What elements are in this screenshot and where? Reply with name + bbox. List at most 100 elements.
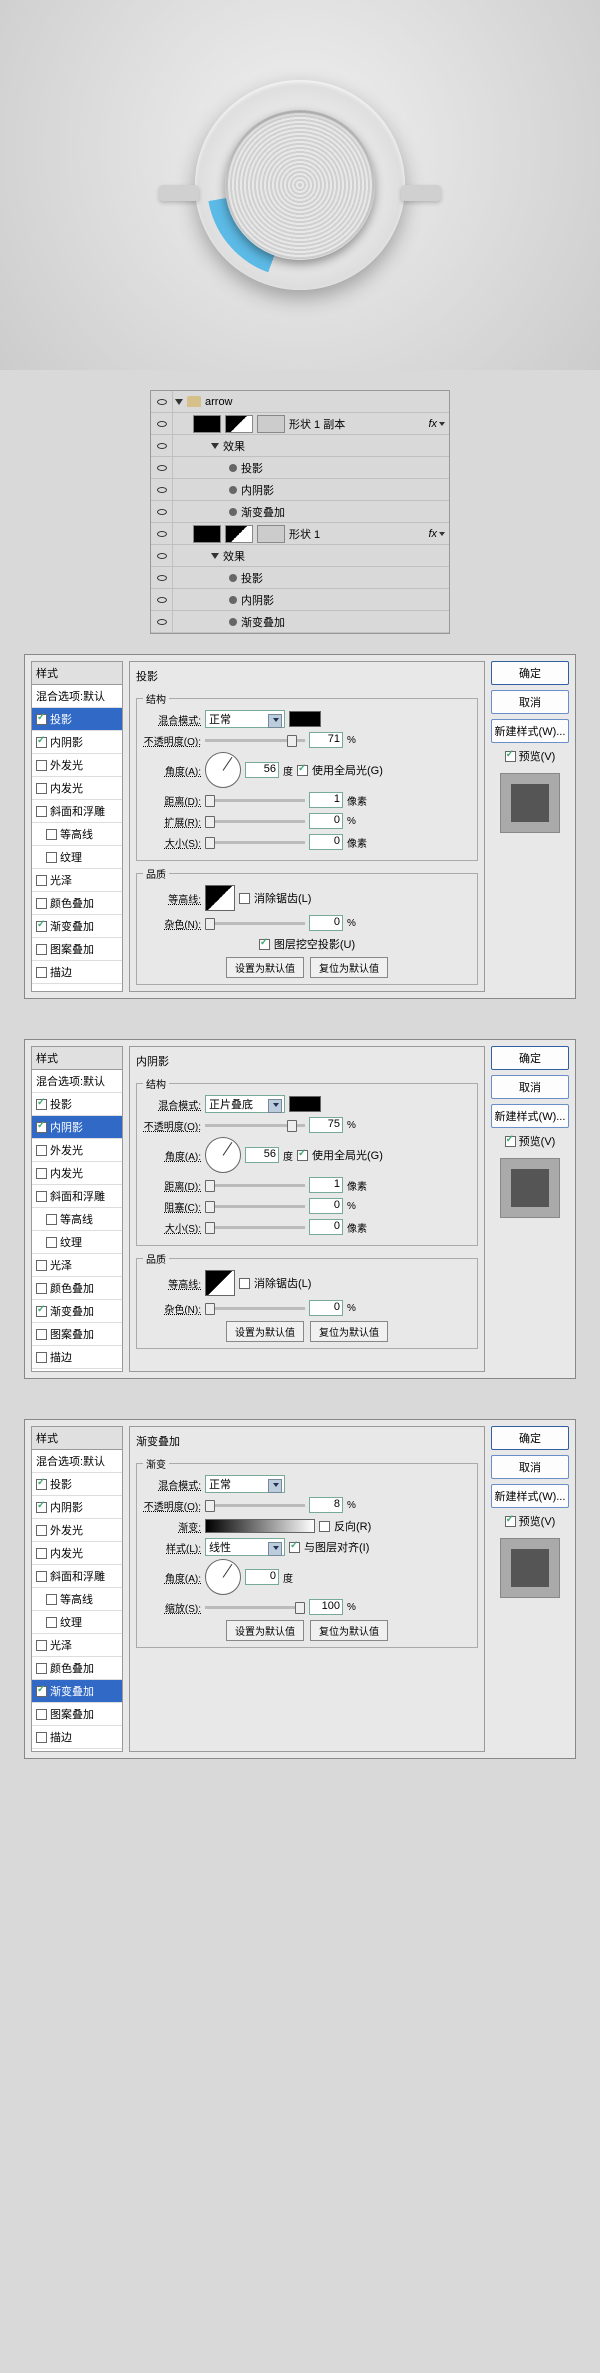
effects-row[interactable]: 效果 — [151, 545, 449, 567]
blend-mode-select[interactable]: 正常 — [205, 1475, 285, 1493]
checkbox[interactable] — [36, 875, 47, 886]
angle-control[interactable] — [205, 752, 241, 788]
checkbox[interactable] — [36, 1352, 47, 1363]
angle-input[interactable]: 56 — [245, 762, 279, 778]
layer-group-row[interactable]: arrow — [151, 391, 449, 413]
visibility-toggle[interactable] — [151, 611, 173, 633]
gradient-picker[interactable] — [205, 1519, 315, 1533]
antialias-checkbox[interactable] — [239, 893, 250, 904]
set-default-button[interactable]: 设置为默认值 — [226, 957, 304, 978]
checkbox[interactable] — [36, 1283, 47, 1294]
visibility-toggle[interactable] — [151, 567, 173, 589]
set-default-button[interactable]: 设置为默认值 — [226, 1620, 304, 1641]
style-item-inner[interactable]: 内阴影 — [32, 1116, 122, 1139]
style-item-satin[interactable]: 光泽 — [32, 869, 122, 892]
new-style-button[interactable]: 新建样式(W)... — [491, 1104, 569, 1128]
visibility-toggle[interactable] — [151, 435, 173, 457]
checkbox[interactable] — [46, 829, 57, 840]
style-item-inner[interactable]: 内阴影 — [32, 1496, 122, 1519]
disclosure-triangle-icon[interactable] — [211, 553, 219, 559]
checkbox[interactable] — [36, 921, 47, 932]
blend-mode-select[interactable]: 正常 — [205, 710, 285, 728]
style-item-color-overlay[interactable]: 颜色叠加 — [32, 1657, 122, 1680]
distance-slider[interactable] — [205, 1184, 305, 1187]
checkbox[interactable] — [36, 1709, 47, 1720]
preview-checkbox[interactable] — [505, 1516, 516, 1527]
disclosure-triangle-icon[interactable] — [211, 443, 219, 449]
style-item-stroke[interactable]: 描边 — [32, 961, 122, 984]
opacity-input[interactable]: 8 — [309, 1497, 343, 1513]
style-item-grad-overlay[interactable]: 渐变叠加 — [32, 1680, 122, 1703]
effect-item-row[interactable]: 内阴影 — [151, 589, 449, 611]
checkbox[interactable] — [46, 1237, 57, 1248]
opacity-input[interactable]: 75 — [309, 1117, 343, 1133]
style-item-pattern-overlay[interactable]: 图案叠加 — [32, 938, 122, 961]
style-item-stroke[interactable]: 描边 — [32, 1726, 122, 1749]
cancel-button[interactable]: 取消 — [491, 690, 569, 714]
checkbox[interactable] — [36, 1099, 47, 1110]
size-input[interactable]: 0 — [309, 1219, 343, 1235]
scale-slider[interactable] — [205, 1606, 305, 1609]
size-input[interactable]: 0 — [309, 834, 343, 850]
reset-default-button[interactable]: 复位为默认值 — [310, 1620, 388, 1641]
style-item-outer-glow[interactable]: 外发光 — [32, 1519, 122, 1542]
style-item-color-overlay[interactable]: 颜色叠加 — [32, 892, 122, 915]
layer-row[interactable]: 形状 1fx — [151, 523, 449, 545]
checkbox[interactable] — [46, 1594, 57, 1605]
blend-options-item[interactable]: 混合选项:默认 — [32, 685, 122, 708]
contour-picker[interactable] — [205, 885, 235, 911]
noise-slider[interactable] — [205, 1307, 305, 1310]
align-layer-checkbox[interactable] — [289, 1542, 300, 1553]
angle-control[interactable] — [205, 1559, 241, 1595]
fx-toggle-icon[interactable] — [439, 532, 445, 536]
checkbox[interactable] — [36, 737, 47, 748]
reset-default-button[interactable]: 复位为默认值 — [310, 1321, 388, 1342]
spread-input[interactable]: 0 — [309, 813, 343, 829]
global-light-checkbox[interactable] — [297, 765, 308, 776]
style-item-texture[interactable]: 纹理 — [32, 846, 122, 869]
preview-checkbox[interactable] — [505, 1136, 516, 1147]
choke-input[interactable]: 0 — [309, 1198, 343, 1214]
global-light-checkbox[interactable] — [297, 1150, 308, 1161]
style-item-inner[interactable]: 内阴影 — [32, 731, 122, 754]
checkbox[interactable] — [36, 1168, 47, 1179]
spread-slider[interactable] — [205, 820, 305, 823]
effect-item-row[interactable]: 内阴影 — [151, 479, 449, 501]
checkbox[interactable] — [36, 1122, 47, 1133]
antialias-checkbox[interactable] — [239, 1278, 250, 1289]
checkbox[interactable] — [36, 967, 47, 978]
checkbox[interactable] — [36, 1663, 47, 1674]
visibility-toggle[interactable] — [151, 545, 173, 567]
noise-input[interactable]: 0 — [309, 915, 343, 931]
blend-mode-select[interactable]: 正片叠底 — [205, 1095, 285, 1113]
checkbox[interactable] — [36, 1686, 47, 1697]
checkbox[interactable] — [36, 1191, 47, 1202]
style-item-drop[interactable]: 投影 — [32, 1093, 122, 1116]
disclosure-triangle-icon[interactable] — [175, 399, 183, 405]
opacity-input[interactable]: 71 — [309, 732, 343, 748]
reset-default-button[interactable]: 复位为默认值 — [310, 957, 388, 978]
visibility-toggle[interactable] — [151, 501, 173, 523]
choke-slider[interactable] — [205, 1205, 305, 1208]
checkbox[interactable] — [36, 1329, 47, 1340]
style-item-bevel[interactable]: 斜面和浮雕 — [32, 800, 122, 823]
contour-picker[interactable] — [205, 1270, 235, 1296]
noise-input[interactable]: 0 — [309, 1300, 343, 1316]
color-swatch[interactable] — [289, 711, 321, 727]
checkbox[interactable] — [36, 1732, 47, 1743]
effect-item-row[interactable]: 渐变叠加 — [151, 611, 449, 633]
ok-button[interactable]: 确定 — [491, 661, 569, 685]
style-item-drop[interactable]: 投影 — [32, 708, 122, 731]
new-style-button[interactable]: 新建样式(W)... — [491, 1484, 569, 1508]
checkbox[interactable] — [36, 783, 47, 794]
checkbox[interactable] — [36, 714, 47, 725]
visibility-toggle[interactable] — [151, 523, 173, 545]
checkbox[interactable] — [36, 1306, 47, 1317]
checkbox[interactable] — [36, 1571, 47, 1582]
style-item-pattern-overlay[interactable]: 图案叠加 — [32, 1703, 122, 1726]
reverse-checkbox[interactable] — [319, 1521, 330, 1532]
style-item-stroke[interactable]: 描边 — [32, 1346, 122, 1369]
checkbox[interactable] — [36, 760, 47, 771]
blend-options-item[interactable]: 混合选项:默认 — [32, 1450, 122, 1473]
style-item-texture[interactable]: 纹理 — [32, 1231, 122, 1254]
